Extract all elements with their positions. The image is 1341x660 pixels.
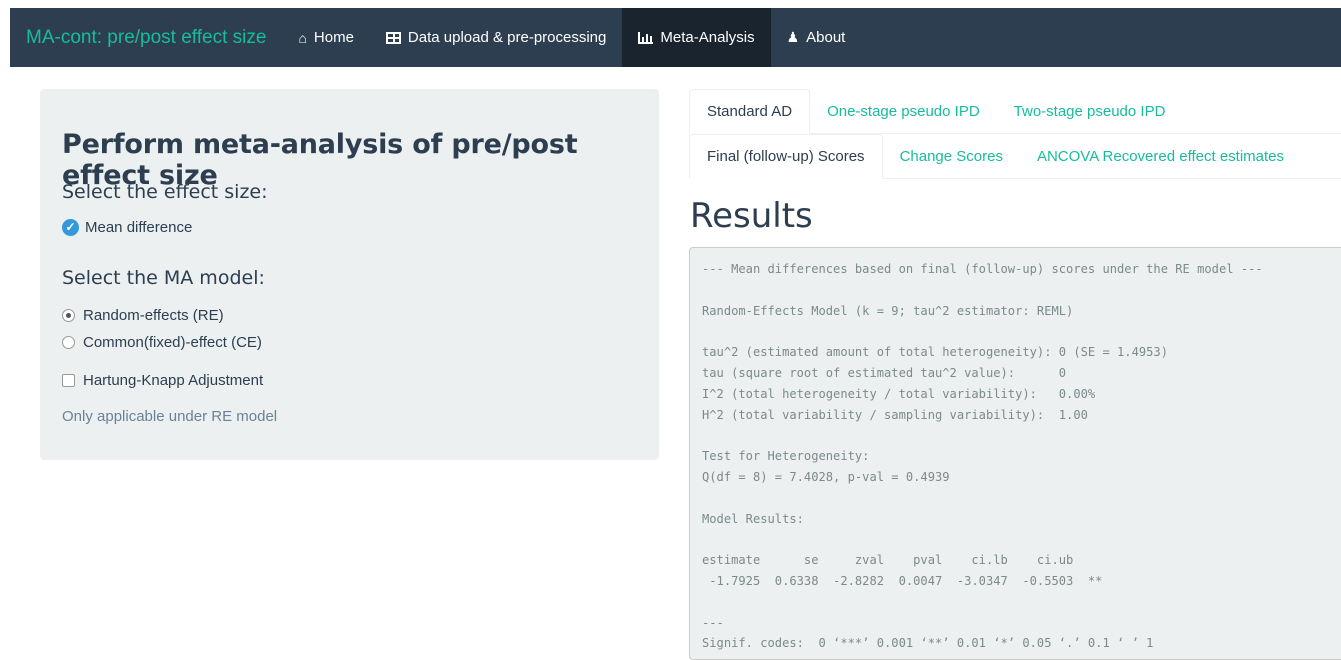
nav-meta-analysis-label: Meta-Analysis	[660, 29, 755, 46]
radio-random-effects[interactable]: Random-effects (RE)	[62, 307, 224, 324]
radio-random-effects-label: Random-effects (RE)	[83, 307, 224, 324]
analysis-type-tabs: Standard AD One-stage pseudo IPD Two-sta…	[689, 89, 1341, 134]
radio-common-effect-label: Common(fixed)-effect (CE)	[83, 334, 262, 351]
effect-size-mean-difference[interactable]: ✓ Mean difference	[62, 219, 192, 236]
tab-final-scores[interactable]: Final (follow-up) Scores	[689, 134, 883, 179]
tab-two-stage-ipd[interactable]: Two-stage pseudo IPD	[997, 89, 1183, 134]
nav-home-label: Home	[313, 29, 354, 46]
hartung-knapp-checkbox[interactable]: Hartung-Knapp Adjustment	[62, 372, 263, 389]
nav-data-upload[interactable]: Data upload & pre-processing	[370, 8, 622, 67]
navbar: MA-cont: pre/post effect size ⌂ Home Dat…	[10, 8, 1341, 67]
radio-common-effect[interactable]: Common(fixed)-effect (CE)	[62, 334, 262, 351]
app-brand[interactable]: MA-cont: pre/post effect size	[10, 27, 282, 49]
tab-one-stage-ipd[interactable]: One-stage pseudo IPD	[810, 89, 997, 134]
nav-about-label: About	[806, 29, 846, 46]
results-title: Results	[690, 196, 813, 236]
nav-about[interactable]: ♟ About	[771, 8, 862, 67]
results-output: --- Mean differences based on final (fol…	[689, 247, 1341, 660]
check-circle-icon: ✓	[62, 219, 79, 236]
hartung-knapp-help: Only applicable under RE model	[62, 408, 278, 425]
tab-standard-ad[interactable]: Standard AD	[689, 89, 811, 134]
model-label: Select the MA model:	[62, 267, 265, 289]
nav-data-upload-label: Data upload & pre-processing	[407, 29, 607, 46]
effect-size-label: Select the effect size:	[62, 181, 268, 203]
bar-chart-icon	[638, 31, 654, 44]
table-icon	[385, 31, 401, 44]
radio-button[interactable]	[62, 336, 75, 349]
nav-home[interactable]: ⌂ Home	[282, 8, 369, 67]
score-type-tabs: Final (follow-up) Scores Change Scores A…	[689, 134, 1341, 179]
users-icon: ♟	[786, 29, 800, 45]
tab-change-scores[interactable]: Change Scores	[883, 134, 1020, 179]
nav-meta-analysis[interactable]: Meta-Analysis	[622, 8, 771, 67]
tab-ancova[interactable]: ANCOVA Recovered effect estimates	[1020, 134, 1301, 179]
effect-size-option-label: Mean difference	[85, 219, 193, 236]
checkbox-box[interactable]	[62, 374, 75, 387]
hartung-knapp-label: Hartung-Knapp Adjustment	[83, 372, 264, 389]
home-icon: ⌂	[298, 29, 307, 46]
sidebar-panel: Perform meta-analysis of pre/post effect…	[40, 89, 659, 460]
radio-button-selected[interactable]	[62, 309, 75, 322]
